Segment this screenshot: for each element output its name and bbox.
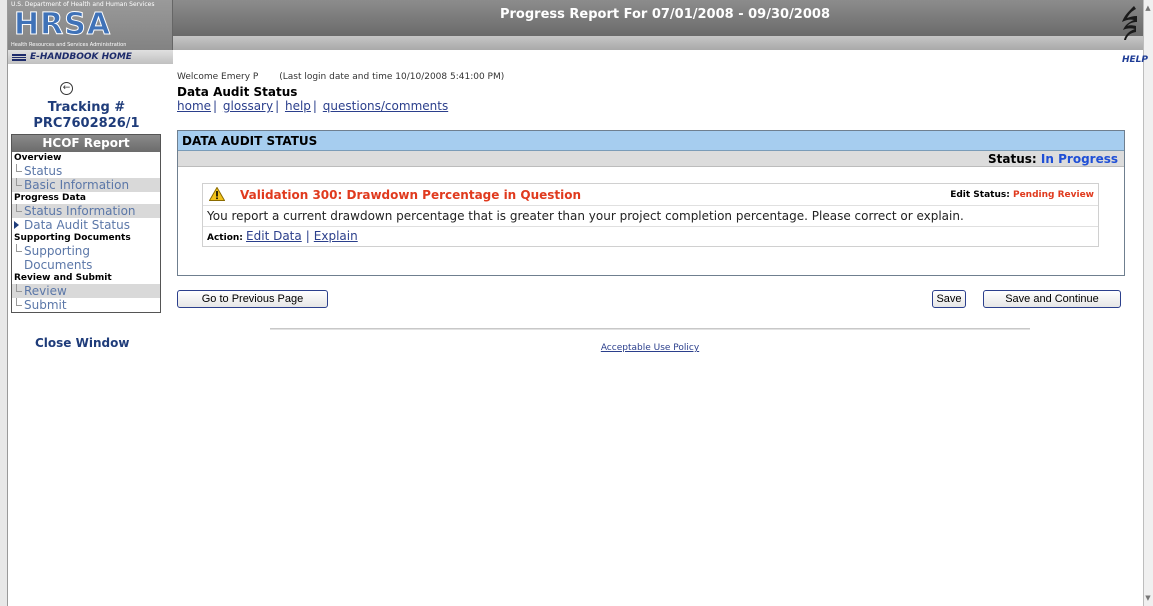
nav-item-status[interactable]: Status: [12, 164, 160, 178]
hhs-eagle-icon: [1122, 6, 1137, 40]
validation-title: Validation 300: Drawdown Percentage in Q…: [240, 188, 582, 202]
breadcrumb-separator: |: [213, 99, 218, 113]
report-nav-panel: HCOF Report Overview Status Basic Inform…: [11, 134, 161, 313]
nav-item-label: Data Audit Status: [24, 218, 130, 232]
back-arrow-icon[interactable]: ←: [60, 82, 73, 95]
logo-agency-text: Health Resources and Services Administra…: [11, 42, 127, 48]
status-value: In Progress: [1040, 152, 1118, 166]
nav-section-review-submit: Review and Submit: [14, 273, 112, 283]
status-label: Status:: [988, 152, 1037, 166]
report-title: HCOF Report: [12, 135, 160, 152]
top-banner-strip: [8, 36, 1143, 50]
ehandbook-home-label: E-HANDBOOK HOME: [30, 52, 132, 62]
tracking-label: Tracking #: [47, 100, 126, 115]
action-label: Action:: [207, 233, 243, 243]
warning-icon: [209, 187, 225, 201]
action-separator: |: [305, 229, 310, 243]
save-and-continue-button[interactable]: Save and Continue: [983, 290, 1121, 308]
save-button[interactable]: Save: [932, 290, 966, 308]
edit-data-link[interactable]: Edit Data: [246, 229, 302, 243]
scroll-down-icon[interactable]: ▼: [1144, 592, 1152, 604]
breadcrumb-questions-link[interactable]: questions/comments: [323, 99, 448, 113]
nav-item-review[interactable]: Review: [12, 284, 160, 298]
last-login-text: (Last login date and time 10/10/2008 5:4…: [279, 72, 505, 82]
validation-header-row: Validation 300: Drawdown Percentage in Q…: [203, 184, 1098, 206]
nav-item-basic-information[interactable]: Basic Information: [12, 178, 160, 192]
welcome-text: Welcome Emery P: [177, 72, 259, 82]
breadcrumb-separator: |: [312, 99, 317, 113]
breadcrumb-help-link[interactable]: help: [285, 99, 311, 113]
hrsa-logo[interactable]: U.S. Department of Health and Human Serv…: [8, 0, 173, 64]
nav-item-submit[interactable]: Submit: [12, 298, 160, 312]
panel-title: DATA AUDIT STATUS: [178, 131, 1124, 151]
edit-status-value: Pending Review: [1012, 190, 1094, 200]
breadcrumb-glossary-link[interactable]: glossary: [223, 99, 273, 113]
breadcrumb-separator: |: [275, 99, 280, 113]
nav-item-status-information[interactable]: Status Information: [12, 204, 160, 218]
footer-divider: [270, 328, 1030, 330]
nav-section-overview: Overview: [14, 153, 62, 163]
window-frame-left: [0, 0, 8, 606]
logo-hrsa-text: HRSA: [13, 7, 112, 42]
nav-item-supporting-documents[interactable]: Supporting Documents: [12, 244, 112, 272]
current-page-arrow-icon: [14, 221, 19, 229]
edit-status-label: Edit Status:: [950, 190, 1010, 200]
breadcrumb-home-link[interactable]: home: [177, 99, 211, 113]
status-bar: Status: In Progress: [178, 151, 1124, 167]
help-link[interactable]: HELP: [1122, 55, 1148, 65]
vertical-scrollbar[interactable]: ▲ ▼: [1143, 0, 1153, 606]
nav-item-data-audit-status[interactable]: Data Audit Status: [12, 218, 160, 232]
validation-message: You report a current drawdown percentage…: [203, 206, 1098, 227]
page-header-title: Progress Report For 07/01/2008 - 09/30/2…: [499, 7, 830, 22]
explain-link[interactable]: Explain: [314, 229, 358, 243]
nav-section-supporting-documents: Supporting Documents: [14, 233, 131, 243]
edit-status: Edit Status: Pending Review: [950, 190, 1094, 200]
welcome-line: Welcome Emery P (Last login date and tim…: [177, 72, 504, 82]
data-audit-panel: DATA AUDIT STATUS Status: In Progress Va…: [177, 130, 1125, 276]
previous-page-button[interactable]: Go to Previous Page: [177, 290, 328, 308]
validation-actions: Action: Edit Data | Explain: [203, 227, 1098, 246]
handbook-lines-icon: [12, 53, 26, 61]
tracking-number: PRC7602826/1: [33, 116, 140, 131]
nav-item-label: Supporting Documents: [24, 244, 93, 272]
breadcrumb: home | glossary | help | questions/comments: [177, 99, 448, 113]
page-title: Data Audit Status: [177, 85, 298, 99]
validation-item: Validation 300: Drawdown Percentage in Q…: [202, 183, 1099, 247]
acceptable-use-policy-link[interactable]: Acceptable Use Policy: [0, 343, 1153, 353]
nav-section-progress-data: Progress Data: [14, 193, 86, 203]
ehandbook-home-link[interactable]: E-HANDBOOK HOME: [8, 50, 173, 64]
